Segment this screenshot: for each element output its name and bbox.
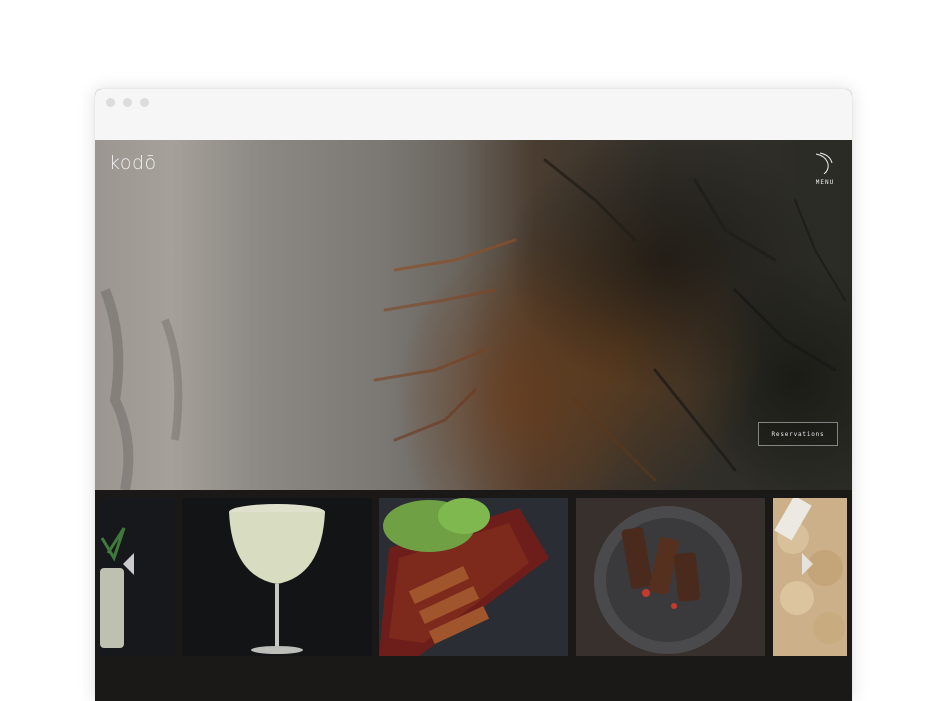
gallery-item[interactable] [773, 498, 847, 656]
gallery-item[interactable] [100, 498, 175, 656]
pork-belly-platter-image [379, 498, 549, 656]
window-maximize-dot[interactable] [140, 98, 149, 107]
window-minimize-dot[interactable] [123, 98, 132, 107]
carousel-prev-arrow-icon[interactable] [123, 553, 134, 575]
gallery-item[interactable] [379, 498, 568, 656]
hero-image: kodō MENU Reservations [95, 140, 852, 490]
carousel-next-arrow-icon[interactable] [802, 553, 813, 575]
window-close-dot[interactable] [106, 98, 115, 107]
reservations-button[interactable]: Reservations [758, 422, 838, 446]
menu-icon [815, 152, 833, 175]
menu-button[interactable]: MENU [812, 152, 838, 186]
cocktail-glass-image [100, 527, 126, 648]
fried-appetizer-image [773, 498, 847, 656]
gallery-item[interactable] [576, 498, 765, 656]
logo[interactable]: kodō [109, 152, 157, 174]
menu-label: MENU [815, 179, 835, 186]
gallery-item[interactable] [182, 498, 372, 656]
coupe-cocktail-image [229, 504, 325, 654]
browser-window: kodō MENU Reservations [95, 89, 852, 701]
hero-foliage-illustration [100, 158, 846, 490]
grilled-meat-plate-image [594, 506, 742, 654]
photo-carousel [95, 490, 852, 701]
window-titlebar [95, 89, 852, 141]
